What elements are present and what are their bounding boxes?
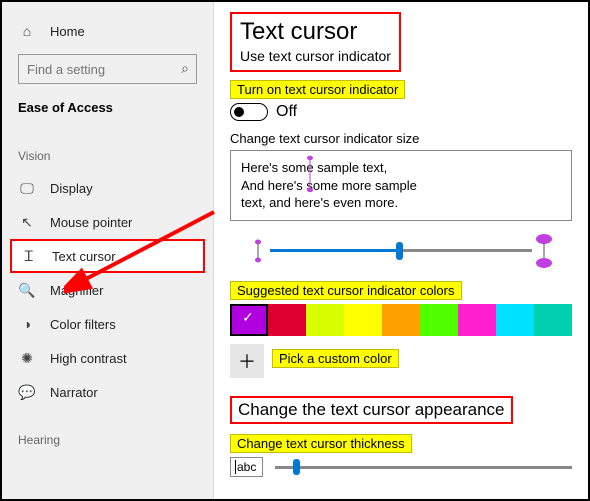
swatch-magenta[interactable] bbox=[458, 304, 496, 336]
add-custom-color-button[interactable]: ＋ bbox=[230, 344, 264, 378]
sidebar-item-narrator[interactable]: 💬 Narrator bbox=[2, 375, 213, 409]
high-contrast-icon: ✺ bbox=[18, 350, 36, 367]
vision-category: Vision bbox=[2, 145, 213, 167]
swatch-purple[interactable] bbox=[230, 304, 268, 336]
swatch-cyan[interactable] bbox=[496, 304, 534, 336]
display-label: Display bbox=[50, 181, 93, 196]
page-title: Text cursor bbox=[240, 18, 391, 46]
colorfilters-label: Color filters bbox=[50, 317, 116, 332]
thickness-thumb[interactable] bbox=[293, 459, 300, 475]
textcursor-label: Text cursor bbox=[52, 249, 116, 264]
toggle-heading: Turn on text cursor indicator bbox=[230, 80, 405, 99]
sidebar-item-home[interactable]: ⌂ Home bbox=[2, 14, 213, 48]
home-icon: ⌂ bbox=[18, 23, 36, 39]
thickness-preview: abc bbox=[230, 457, 263, 477]
plus-icon: ＋ bbox=[238, 348, 256, 374]
main-panel: Text cursor Use text cursor indicator Tu… bbox=[214, 2, 588, 499]
sidebar-item-mouse-pointer[interactable]: ↖ Mouse pointer bbox=[2, 205, 213, 239]
narrator-icon: 💬 bbox=[18, 384, 36, 401]
colors-heading: Suggested text cursor indicator colors bbox=[230, 281, 462, 300]
magnifier-icon: 🔍 bbox=[18, 282, 36, 299]
ease-of-access-header: Ease of Access bbox=[2, 94, 213, 121]
size-slider[interactable] bbox=[230, 231, 572, 271]
color-filters-icon: ◑ bbox=[18, 316, 36, 332]
thickness-track bbox=[275, 466, 572, 469]
toggle-state: Off bbox=[276, 103, 297, 121]
sidebar-item-text-cursor[interactable]: Ꮖ Text cursor bbox=[10, 239, 205, 273]
indicator-large-icon bbox=[534, 233, 554, 269]
preview-line2: And here's some more sample bbox=[241, 178, 417, 193]
cursor-icon: Ꮖ bbox=[20, 248, 38, 265]
preview-box: Here's some sample text, And here's some… bbox=[230, 150, 572, 221]
swatch-lime[interactable] bbox=[306, 304, 344, 336]
title-box: Text cursor Use text cursor indicator bbox=[230, 12, 401, 72]
custom-color-label: Pick a custom color bbox=[272, 349, 399, 368]
toggle-switch[interactable] bbox=[230, 103, 268, 121]
thickness-heading: Change text cursor thickness bbox=[230, 434, 412, 453]
mouse-icon: ↖ bbox=[18, 214, 36, 231]
swatch-teal[interactable] bbox=[534, 304, 572, 336]
sidebar-item-display[interactable]: 🖵 Display bbox=[2, 171, 213, 205]
sidebar: ⌂ Home ⌕ Ease of Access Vision 🖵 Display… bbox=[2, 2, 214, 499]
magnifier-label: Magnifier bbox=[50, 283, 103, 298]
mouse-label: Mouse pointer bbox=[50, 215, 132, 230]
page-subtitle: Use text cursor indicator bbox=[240, 48, 391, 64]
swatch-orange[interactable] bbox=[382, 304, 420, 336]
indicator-small-icon bbox=[252, 239, 264, 263]
inline-cursor-indicator bbox=[305, 155, 315, 195]
color-swatches bbox=[230, 304, 572, 336]
preview-line3: text, and here's even more. bbox=[241, 195, 398, 210]
indicator-toggle[interactable]: Off bbox=[230, 103, 572, 121]
home-label: Home bbox=[50, 24, 85, 39]
display-icon: 🖵 bbox=[18, 180, 36, 197]
hearing-category: Hearing bbox=[2, 429, 213, 451]
sidebar-item-magnifier[interactable]: 🔍 Magnifier bbox=[2, 273, 213, 307]
swatch-green[interactable] bbox=[420, 304, 458, 336]
slider-thumb[interactable] bbox=[396, 242, 403, 260]
search-wrap: ⌕ bbox=[18, 54, 197, 84]
thickness-slider[interactable] bbox=[275, 457, 572, 477]
thickness-row: abc bbox=[230, 457, 572, 477]
highcontrast-label: High contrast bbox=[50, 351, 127, 366]
sidebar-item-high-contrast[interactable]: ✺ High contrast bbox=[2, 341, 213, 375]
sidebar-item-color-filters[interactable]: ◑ Color filters bbox=[2, 307, 213, 341]
size-label: Change text cursor indicator size bbox=[230, 131, 572, 146]
slider-fill bbox=[270, 249, 400, 252]
swatch-yellow[interactable] bbox=[344, 304, 382, 336]
narrator-label: Narrator bbox=[50, 385, 98, 400]
swatch-red[interactable] bbox=[268, 304, 306, 336]
appearance-heading: Change the text cursor appearance bbox=[230, 396, 513, 424]
search-input[interactable] bbox=[18, 54, 197, 84]
custom-color-row: ＋ Pick a custom color bbox=[230, 344, 572, 378]
search-icon: ⌕ bbox=[181, 60, 189, 77]
